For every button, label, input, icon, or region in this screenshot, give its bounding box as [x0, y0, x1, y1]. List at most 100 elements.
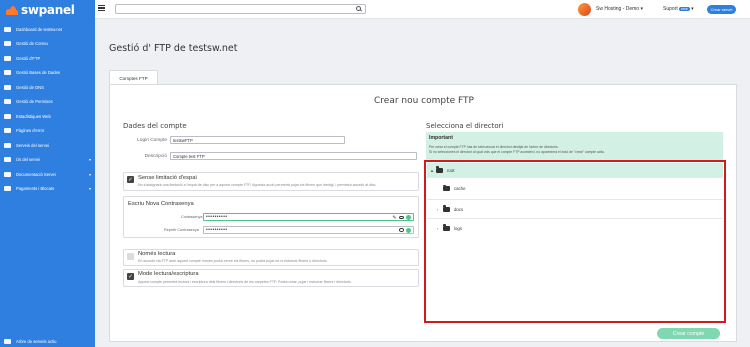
read-write-description: Aquest compte permetrà lectura i escript… — [138, 280, 352, 284]
topbar: Sw Hosting - Demo ▾ Suport new ▾ Crear s… — [95, 0, 750, 19]
create-server-button[interactable]: Crear servei — [707, 4, 736, 14]
directory-section-title: Selecciona el directori — [426, 122, 504, 130]
important-notice: Important Per crear el compte FTP has de… — [426, 132, 723, 160]
login-field[interactable]: testswFTP — [170, 136, 345, 144]
dashboard-icon — [4, 26, 11, 32]
password-box: Escriu Nova Contrasenya Contrasenya ••••… — [123, 196, 419, 238]
account-menu[interactable]: Sw Hosting - Demo ▾ — [596, 6, 643, 12]
sidebar-item-label: Documentació Servei — [16, 171, 56, 177]
logo-flame-icon — [6, 5, 18, 15]
chevron-down-icon: ▾ — [640, 6, 643, 12]
important-title: Important — [429, 135, 453, 141]
services-icon — [4, 142, 11, 148]
sidebar-footer[interactable]: Arbre de serveis actiu — [4, 339, 57, 344]
menu-toggle-icon[interactable] — [98, 5, 105, 11]
logo[interactable]: swpanel — [0, 0, 95, 19]
sidebar-item-7[interactable]: Pàgines d'error — [0, 124, 95, 139]
dns-icon — [4, 84, 11, 90]
tree-node-root[interactable]: ▲ root — [427, 163, 723, 178]
eye-icon[interactable] — [399, 228, 404, 232]
description-field[interactable]: Compte test FTP — [170, 152, 417, 160]
folder-icon — [436, 166, 443, 173]
sidebar-item-label: Estadístiques Web — [16, 113, 51, 119]
tree-node-logs[interactable]: › logs — [427, 219, 723, 237]
login-value: testswFTP — [173, 137, 193, 143]
sidebar-item-0[interactable]: Dashboard de testsw.net — [0, 22, 95, 37]
sidebar-item-8[interactable]: Serveis del servei — [0, 138, 95, 153]
payments-icon — [4, 186, 11, 192]
no-limit-title: Sense limitació d'espai — [138, 175, 197, 181]
chevron-down-icon[interactable]: ▾ — [89, 157, 91, 162]
support-menu[interactable]: Suport new ▾ — [663, 6, 694, 12]
logo-text: swpanel — [21, 2, 75, 17]
directory-tree: ▲ root cache › docs › logs — [424, 160, 726, 323]
sidebar-item-label: Gestió de DNS — [16, 84, 44, 90]
page-title: Gestió d' FTP de testsw.net — [109, 43, 238, 54]
repeat-password-label: Repetir Contrasenya — [164, 228, 199, 232]
read-only-title: Només lectura — [138, 251, 176, 257]
login-label: Login Compte — [137, 138, 167, 143]
flag-icon — [4, 99, 11, 105]
ftp-icon — [4, 55, 11, 61]
database-icon — [4, 70, 11, 76]
tree-node-label: docs — [454, 206, 464, 212]
repeat-password-value: •••••••••• — [206, 227, 228, 233]
sidebar-item-3[interactable]: Gestió Bases de Dades — [0, 66, 95, 81]
tree-node-label: root — [447, 167, 455, 173]
error-page-icon — [4, 128, 11, 134]
eye-icon[interactable] — [399, 215, 404, 220]
description-label: Descripció — [144, 154, 167, 159]
chevron-down-icon: ▾ — [691, 6, 694, 12]
password-title: Escriu Nova Contrasenya — [128, 201, 194, 207]
tab-ftp-accounts[interactable]: Comptes FTP — [109, 70, 158, 85]
sidebar-item-label: Gestió Bases de Dades — [16, 70, 60, 76]
sidebar-item-label: Dashboard de testsw.net — [16, 26, 63, 32]
valid-icon — [406, 227, 411, 233]
chevron-down-icon[interactable]: ▾ — [89, 172, 91, 177]
no-limit-checkbox[interactable]: ✓ — [127, 176, 134, 183]
tree-node-docs[interactable]: › docs — [427, 200, 723, 219]
sidebar-item-2[interactable]: Gestió d'FTP — [0, 51, 95, 66]
chevron-down-icon[interactable]: ▾ — [89, 186, 91, 191]
no-limit-description: No s'assignarà una limitació a l'espai d… — [138, 183, 377, 187]
read-only-checkbox[interactable] — [127, 253, 134, 260]
search-icon[interactable] — [356, 6, 361, 11]
search-input[interactable] — [115, 4, 366, 14]
sidebar-item-label: Pagaments i Blocats — [16, 186, 55, 192]
read-only-description: En accedir via FTP amb aquest compte nom… — [138, 259, 328, 263]
read-only-option[interactable]: Només lectura En accedir via FTP amb aqu… — [123, 249, 419, 266]
description-value: Compte test FTP — [173, 153, 205, 159]
read-write-option[interactable]: ✓ Mode lectura/escriptura Aquest compte … — [123, 269, 419, 287]
valid-icon — [406, 215, 411, 220]
repeat-password-actions — [399, 227, 411, 233]
password-actions: ✎ — [392, 215, 411, 221]
read-write-checkbox[interactable]: ✓ — [127, 273, 134, 280]
mail-icon — [4, 41, 11, 47]
repeat-password-field[interactable]: •••••••••• — [203, 226, 414, 234]
read-write-title: Mode lectura/escriptura — [138, 271, 199, 277]
folder-icon — [443, 184, 450, 191]
pencil-icon[interactable]: ✎ — [392, 215, 397, 221]
sidebar-item-label: Pàgines d'error — [16, 128, 45, 134]
sidebar-item-9[interactable]: Ús del servei ▾ — [0, 153, 95, 168]
password-label: Contrasenya — [181, 215, 203, 219]
no-limit-option[interactable]: ✓ Sense limitació d'espai No s'assignarà… — [123, 172, 419, 191]
sidebar-footer-label: Arbre de serveis actiu — [16, 339, 57, 344]
sidebar-item-label: Ús del servei — [16, 157, 41, 163]
sidebar-item-10[interactable]: Documentació Servei ▾ — [0, 167, 95, 182]
avatar[interactable] — [578, 3, 591, 16]
create-account-button[interactable]: Crear compte — [657, 328, 720, 339]
sidebar-item-label: Serveis del servei — [16, 142, 50, 148]
sidebar-item-6[interactable]: Estadístiques Web — [0, 109, 95, 124]
sidebar-item-11[interactable]: Pagaments i Blocats ▾ — [0, 182, 95, 197]
important-line-2: Si no selecciones el directori al qual v… — [429, 150, 606, 154]
sidebar-item-5[interactable]: Gestió de Permisos — [0, 95, 95, 110]
folder-icon — [443, 205, 450, 212]
tree-node-label: cache — [454, 186, 466, 191]
password-field[interactable]: •••••••••• ✎ — [203, 213, 414, 221]
sidebar-item-4[interactable]: Gestió de DNS — [0, 80, 95, 95]
support-label: Suport — [663, 6, 678, 12]
sidebar-menu: Dashboard de testsw.net Gestió de Correu G… — [0, 19, 95, 196]
sidebar-item-1[interactable]: Gestió de Correu — [0, 37, 95, 52]
tree-node-cache[interactable]: cache — [427, 178, 723, 200]
